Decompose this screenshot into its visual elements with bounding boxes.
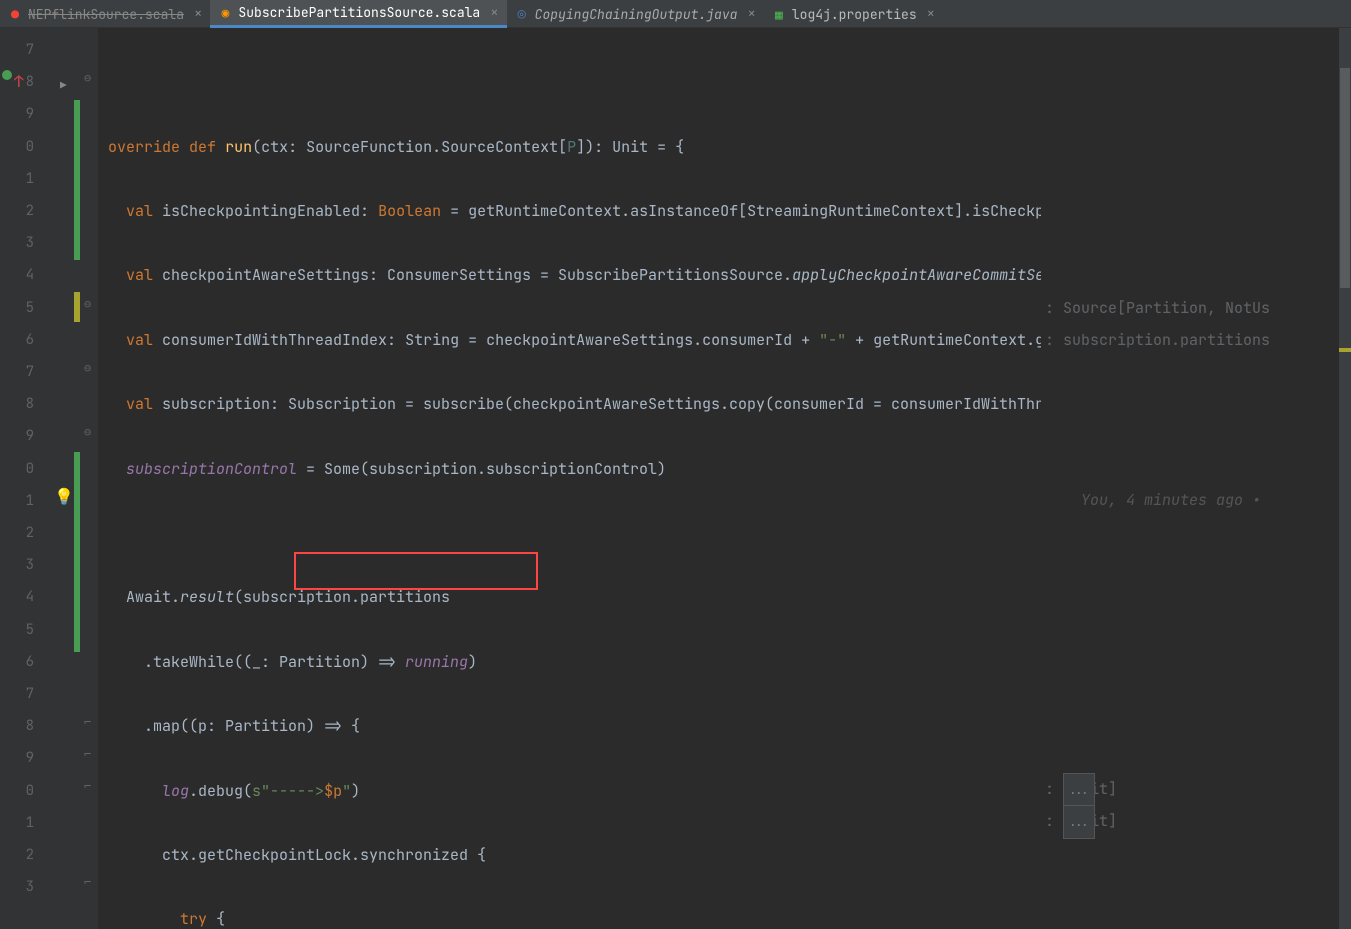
gutter-stripes: ▶ 💡 [46, 28, 80, 929]
inlay-hint: : ...[Unit] [1041, 805, 1351, 837]
scrollbar-thumb[interactable] [1340, 68, 1350, 288]
close-icon[interactable]: × [490, 4, 498, 22]
override-up-icon[interactable]: ↑ [14, 66, 24, 98]
tab-copyingchaining[interactable]: ◎ CopyingChainingOutput.java × [507, 0, 764, 28]
scrollbar-vertical[interactable] [1339, 28, 1351, 929]
scala-icon: ◉ [218, 6, 232, 20]
editor-tabs: ● NEPflinkSource.scala × ◉ SubscribePart… [0, 0, 1351, 28]
close-icon[interactable]: × [927, 5, 935, 23]
inlay-hint: : Source[Partition, NotUs [1041, 292, 1351, 324]
inlay-hint: : subscription.partitions [1041, 324, 1351, 356]
code-line: try { [102, 903, 1351, 929]
inlay-hint: : ...[Unit] [1041, 773, 1351, 805]
marker-warning[interactable] [1339, 348, 1351, 352]
tab-label: NEPflinkSource.scala [28, 6, 184, 23]
close-icon[interactable]: × [747, 5, 755, 23]
run-triangle-icon[interactable]: ▶ [60, 79, 67, 93]
fold-minus-icon[interactable]: ⊖ [84, 296, 91, 312]
code-line: ctx.getCheckpointLock.synchronized { [102, 839, 1351, 871]
intention-bulb-icon[interactable]: 💡 [54, 486, 70, 502]
run-marker-icon[interactable] [2, 70, 12, 80]
git-blame-label: You, 4 minutes ago • [1041, 484, 1351, 516]
fold-minus-icon[interactable]: ⊖ [84, 360, 91, 376]
inlay-hints-panel: : Source[Partition, NotUs : subscription… [1041, 28, 1351, 837]
tab-label: CopyingChainingOutput.java [535, 6, 738, 23]
fold-end-icon[interactable]: ⌐ [84, 874, 91, 890]
fold-end-icon[interactable]: ⌐ [84, 778, 91, 794]
line-numbers: 7 8 9 0 1 2 3 4 5 6 7 8 9 0 1 2 3 4 5 6 … [0, 28, 46, 929]
tab-label: SubscribePartitionsSource.scala [238, 4, 480, 21]
fold-minus-icon[interactable]: ⊖ [84, 70, 91, 86]
fold-column: ⊖ ⊖ ⊖ ⊖ ⌐ ⌐ ⌐ ⌐ [80, 28, 98, 929]
fold-end-icon[interactable]: ⌐ [84, 714, 91, 730]
tab-subscribepartitions[interactable]: ◉ SubscribePartitionsSource.scala × [210, 0, 506, 28]
fold-minus-icon[interactable]: ⊖ [84, 424, 91, 440]
tab-log4j[interactable]: ▦ log4j.properties × [764, 0, 943, 28]
scala-icon: ● [8, 7, 22, 21]
tab-label: log4j.properties [792, 6, 917, 23]
close-icon[interactable]: × [194, 5, 202, 23]
fold-end-icon[interactable]: ⌐ [84, 746, 91, 762]
tab-nepflinksource[interactable]: ● NEPflinkSource.scala × [0, 0, 210, 28]
props-icon: ▦ [772, 7, 786, 21]
java-icon: ◎ [515, 7, 529, 21]
